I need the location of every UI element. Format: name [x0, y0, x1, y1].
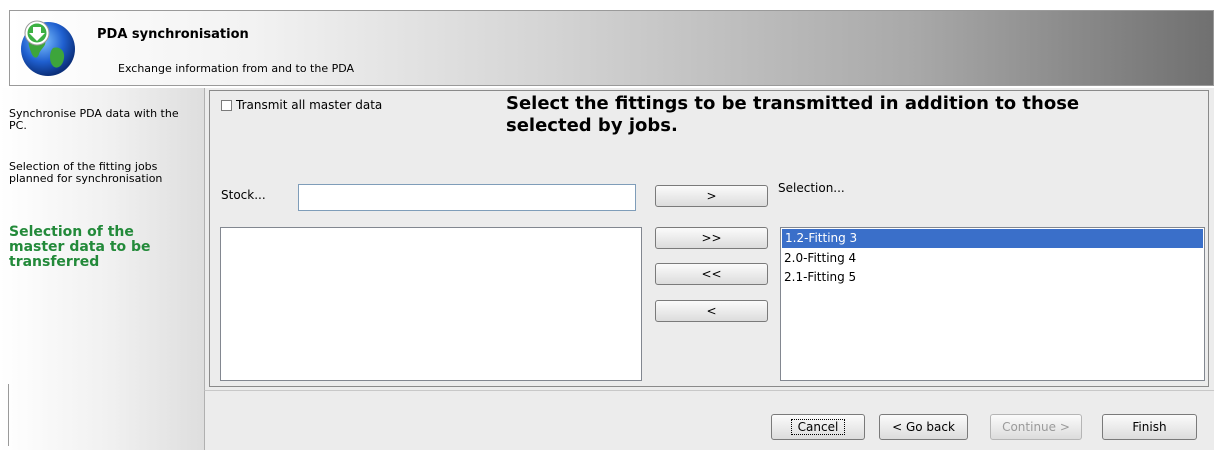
stock-label: Stock...	[221, 188, 266, 202]
remove-all-button[interactable]: <<	[655, 263, 768, 285]
instruction-text: Select the fittings to be transmitted in…	[506, 93, 1080, 136]
master-data-panel: Transmit all master data Select the fitt…	[209, 90, 1209, 387]
wizard-content: Transmit all master data Select the fitt…	[204, 88, 1214, 390]
list-item[interactable]: 2.1-Fitting 5	[781, 268, 1204, 287]
go-back-button[interactable]: < Go back	[879, 414, 968, 440]
step-synchronise: Synchronise PDA data with the PC.	[9, 107, 179, 132]
wizard-footer: Cancel < Go back Continue > Finish	[204, 390, 1214, 450]
remove-selected-button[interactable]: <	[655, 300, 768, 322]
cancel-button[interactable]: Cancel	[771, 414, 865, 440]
step-fitting-jobs: Selection of the fitting jobs planned fo…	[9, 160, 163, 185]
wizard-title: PDA synchronisation	[97, 27, 249, 42]
cancel-button-label: Cancel	[790, 419, 846, 435]
add-all-button[interactable]: >>	[655, 227, 768, 249]
stock-search-input[interactable]	[298, 184, 636, 211]
transmit-all-checkbox[interactable]	[221, 99, 232, 111]
step-master-data-active: Selection of the master data to be trans…	[9, 224, 151, 270]
finish-button[interactable]: Finish	[1102, 414, 1197, 440]
add-selected-button[interactable]: >	[655, 185, 768, 207]
wizard-header: PDA synchronisation Exchange information…	[9, 10, 1214, 86]
transmit-all-label[interactable]: Transmit all master data	[236, 98, 382, 112]
continue-button[interactable]: Continue >	[990, 414, 1082, 440]
wizard-steps-sidebar: Synchronise PDA data with the PC. Select…	[0, 88, 204, 450]
selection-label: Selection...	[778, 181, 845, 195]
sidebar-divider	[8, 384, 9, 446]
wizard-subtitle: Exchange information from and to the PDA	[118, 62, 355, 75]
transmit-all-option[interactable]: Transmit all master data	[221, 98, 382, 112]
list-item[interactable]: 1.2-Fitting 3	[782, 229, 1203, 248]
stock-list[interactable]	[220, 227, 642, 381]
globe-download-icon	[21, 20, 75, 76]
selection-list[interactable]: 1.2-Fitting 3 2.0-Fitting 4 2.1-Fitting …	[780, 227, 1205, 381]
list-item[interactable]: 2.0-Fitting 4	[781, 249, 1204, 268]
